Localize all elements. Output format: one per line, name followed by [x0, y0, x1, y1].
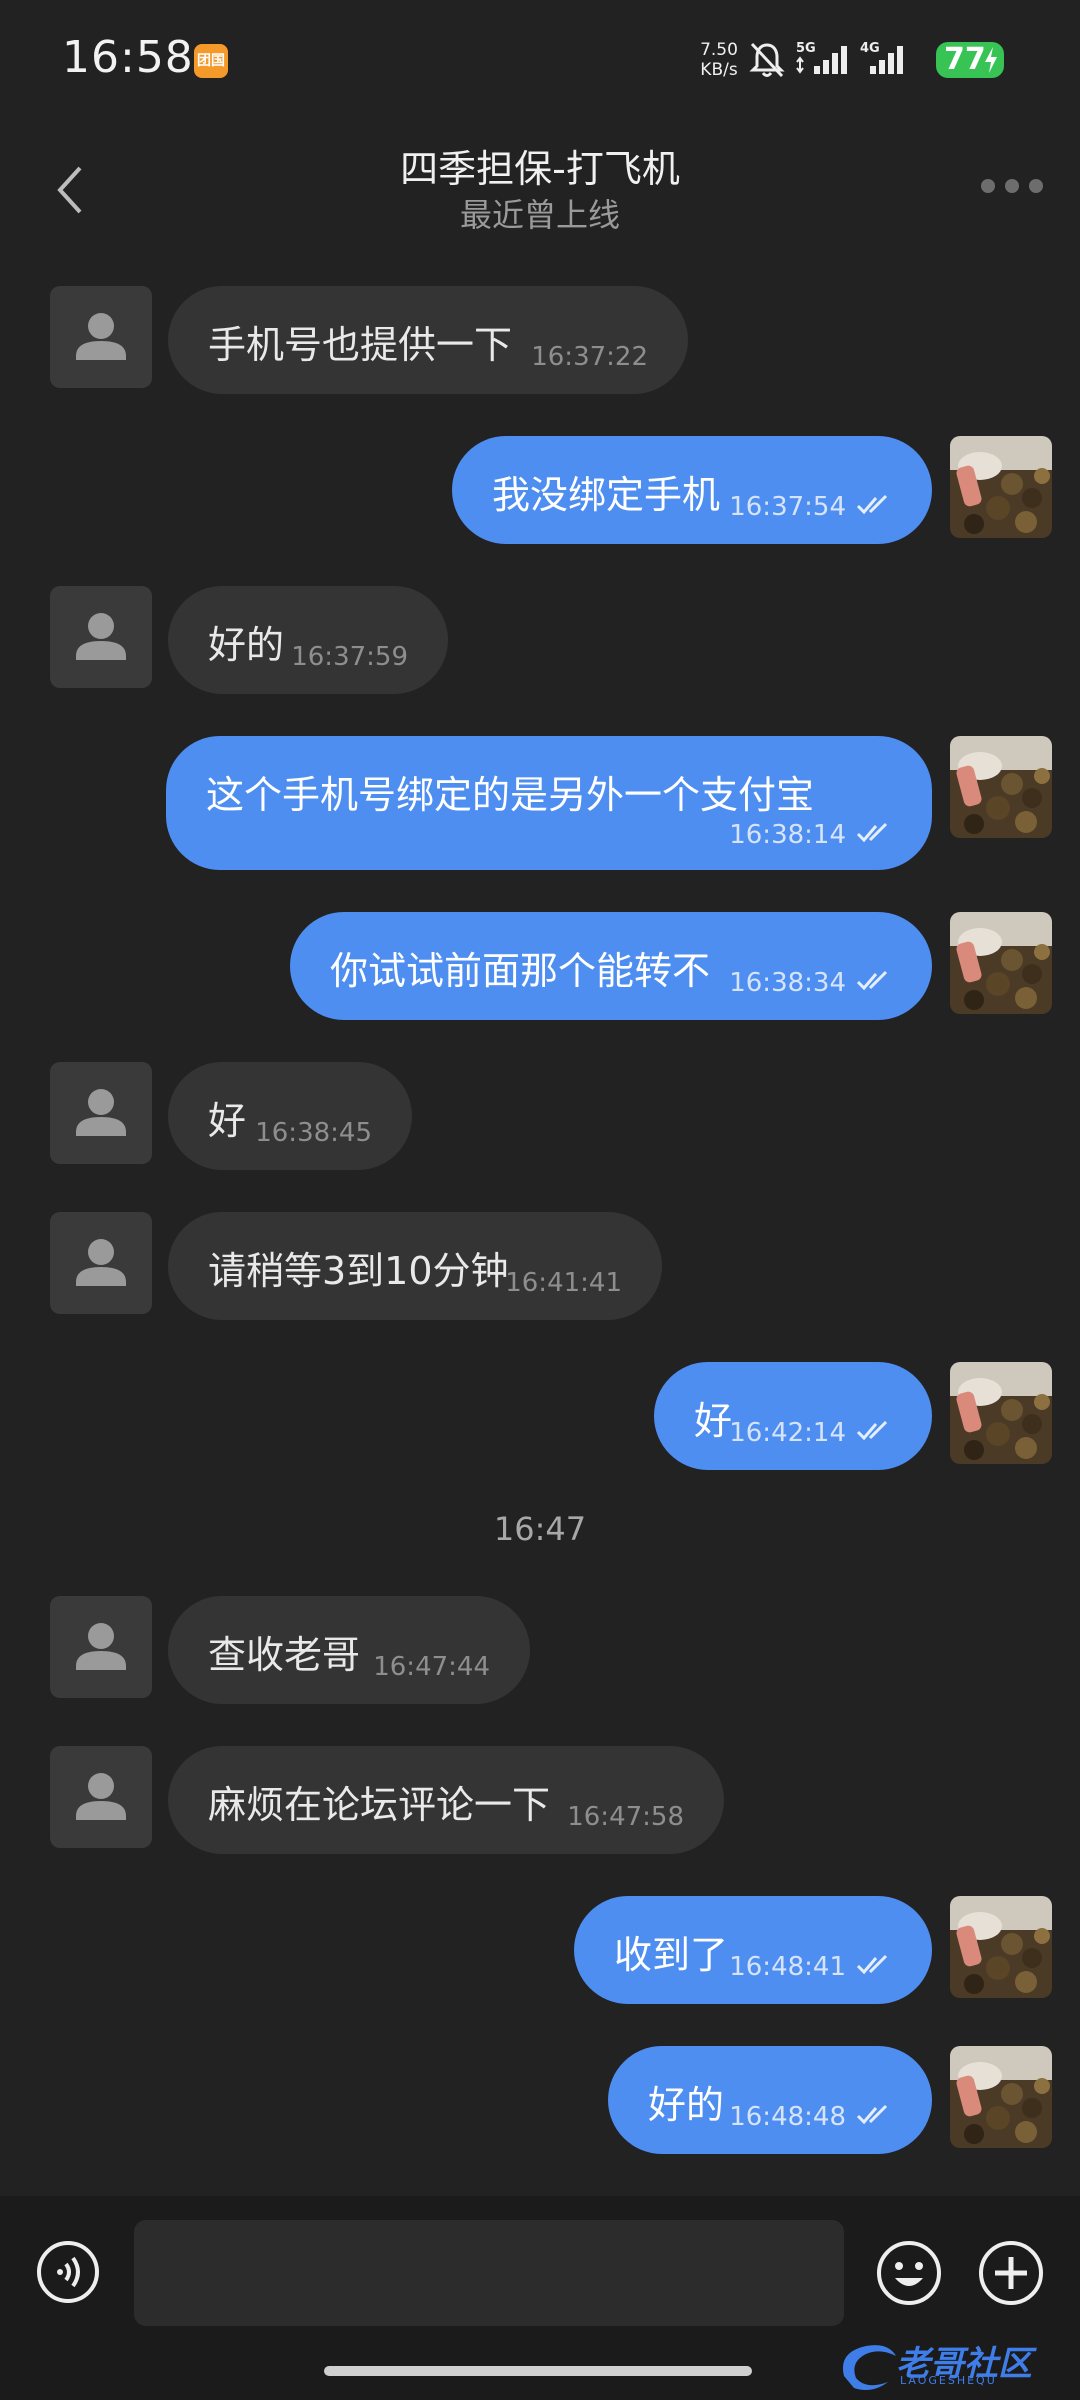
input-bar: 老哥社区 LAOGESHEQU — [0, 2196, 1080, 2400]
message-time: 16:48:41 — [729, 1952, 846, 1982]
signal-4g-label: 4G — [860, 41, 880, 56]
message-bubble[interactable]: 这个手机号绑定的是另外一个支付宝 16:38:14 — [166, 736, 932, 870]
status-time: 16:58 — [62, 32, 194, 83]
message-time: 16:41:41 — [505, 1268, 622, 1298]
network-speed: 7.50 KB/s — [694, 40, 744, 80]
message-text: 我没绑定手机 — [492, 473, 721, 517]
message-text: 收到了 — [614, 1933, 729, 1977]
attach-plus-icon[interactable] — [978, 2240, 1044, 2306]
mute-bell-icon — [749, 42, 785, 78]
contact-avatar[interactable] — [50, 1062, 152, 1164]
message-list[interactable]: 手机号也提供一下 16:37:22 我没绑定手机 16:37:54 好的 16:37:59… — [0, 270, 1080, 2170]
message-time: 16:37:59 — [291, 642, 408, 672]
battery-indicator: 77 — [936, 42, 1004, 78]
message-text: 这个手机号绑定的是另外一个支付宝 — [206, 773, 815, 817]
home-indicator[interactable] — [324, 2366, 752, 2376]
signal-4g-icon: 4G — [860, 41, 903, 74]
voice-input-icon[interactable] — [36, 2240, 100, 2304]
message-bubble[interactable]: 好 16:42:14 — [654, 1362, 932, 1470]
contact-avatar[interactable] — [50, 1746, 152, 1848]
message-bubble[interactable]: 好的 16:48:48 — [608, 2046, 932, 2154]
signal-5g-icon: 5G — [796, 41, 847, 74]
read-receipt-icon — [856, 2104, 892, 2130]
message-text: 麻烦在论坛评论一下 — [208, 1783, 551, 1827]
message-bubble[interactable]: 我没绑定手机 16:37:54 — [452, 436, 932, 544]
message-input[interactable] — [134, 2220, 844, 2326]
message-bubble[interactable]: 好 16:38:45 — [168, 1062, 412, 1170]
read-receipt-icon — [856, 822, 892, 848]
message-text: 查收老哥 — [208, 1633, 361, 1677]
read-receipt-icon — [856, 1954, 892, 1980]
message-text: 请稍等3到10分钟 — [208, 1249, 509, 1293]
message-text: 好的 — [648, 2083, 725, 2127]
more-options-icon[interactable] — [980, 176, 1044, 196]
my-avatar[interactable] — [950, 736, 1052, 838]
my-avatar[interactable] — [950, 1896, 1052, 1998]
my-avatar[interactable] — [950, 2046, 1052, 2148]
message-time: 16:38:14 — [729, 820, 846, 850]
contact-avatar[interactable] — [50, 586, 152, 688]
message-time: 16:47:44 — [373, 1652, 490, 1682]
message-bubble[interactable]: 手机号也提供一下 16:37:22 — [168, 286, 688, 394]
read-receipt-icon — [856, 970, 892, 996]
message-bubble[interactable]: 请稍等3到10分钟 16:41:41 — [168, 1212, 662, 1320]
last-seen-status: 最近曾上线 — [459, 196, 620, 234]
read-receipt-icon — [856, 1420, 892, 1446]
watermark-logo: 老哥社区 LAOGESHEQU — [836, 2332, 1076, 2396]
message-bubble[interactable]: 收到了 16:48:41 — [574, 1896, 932, 2004]
message-text: 好 — [694, 1399, 733, 1443]
message-text: 手机号也提供一下 — [208, 323, 513, 367]
network-speed-unit: KB/s — [700, 60, 738, 80]
message-text: 你试试前面那个能转不 — [330, 949, 711, 993]
contact-avatar[interactable] — [50, 1596, 152, 1698]
network-speed-value: 7.50 — [700, 40, 738, 60]
contact-avatar[interactable] — [50, 1212, 152, 1314]
message-time: 16:37:54 — [729, 492, 846, 522]
chat-header: 四季担保-打飞机 最近曾上线 — [0, 120, 1080, 260]
contact-avatar[interactable] — [50, 286, 152, 388]
message-bubble[interactable]: 好的 16:37:59 — [168, 586, 448, 694]
emoji-icon[interactable] — [876, 2240, 942, 2306]
my-avatar[interactable] — [950, 912, 1052, 1014]
message-text: 好 — [208, 1099, 247, 1143]
chat-title: 四季担保-打飞机 — [400, 147, 680, 191]
message-time: 16:47:58 — [567, 1802, 684, 1832]
message-bubble[interactable]: 你试试前面那个能转不 16:38:34 — [290, 912, 932, 1020]
read-receipt-icon — [856, 494, 892, 520]
charging-bolt-icon — [985, 47, 997, 73]
battery-level: 77 — [944, 42, 986, 77]
signal-5g-label: 5G — [796, 41, 816, 56]
my-avatar[interactable] — [950, 436, 1052, 538]
message-time: 16:42:14 — [729, 1418, 846, 1448]
message-time: 16:48:48 — [729, 2102, 846, 2132]
message-time: 16:38:45 — [255, 1118, 372, 1148]
message-time: 16:37:22 — [531, 342, 648, 372]
message-bubble[interactable]: 麻烦在论坛评论一下 16:47:58 — [168, 1746, 724, 1854]
message-text: 好的 — [208, 623, 285, 667]
app-notification-icon: 团国 — [194, 44, 228, 78]
divider-time: 16:47 — [493, 1510, 587, 1548]
message-time: 16:38:34 — [729, 968, 846, 998]
watermark-subtext: LAOGESHEQU — [900, 2374, 997, 2387]
status-bar: 16:58 团国 7.50 KB/s 5G 4G 77 — [0, 0, 1080, 120]
my-avatar[interactable] — [950, 1362, 1052, 1464]
message-bubble[interactable]: 查收老哥 16:47:44 — [168, 1596, 530, 1704]
